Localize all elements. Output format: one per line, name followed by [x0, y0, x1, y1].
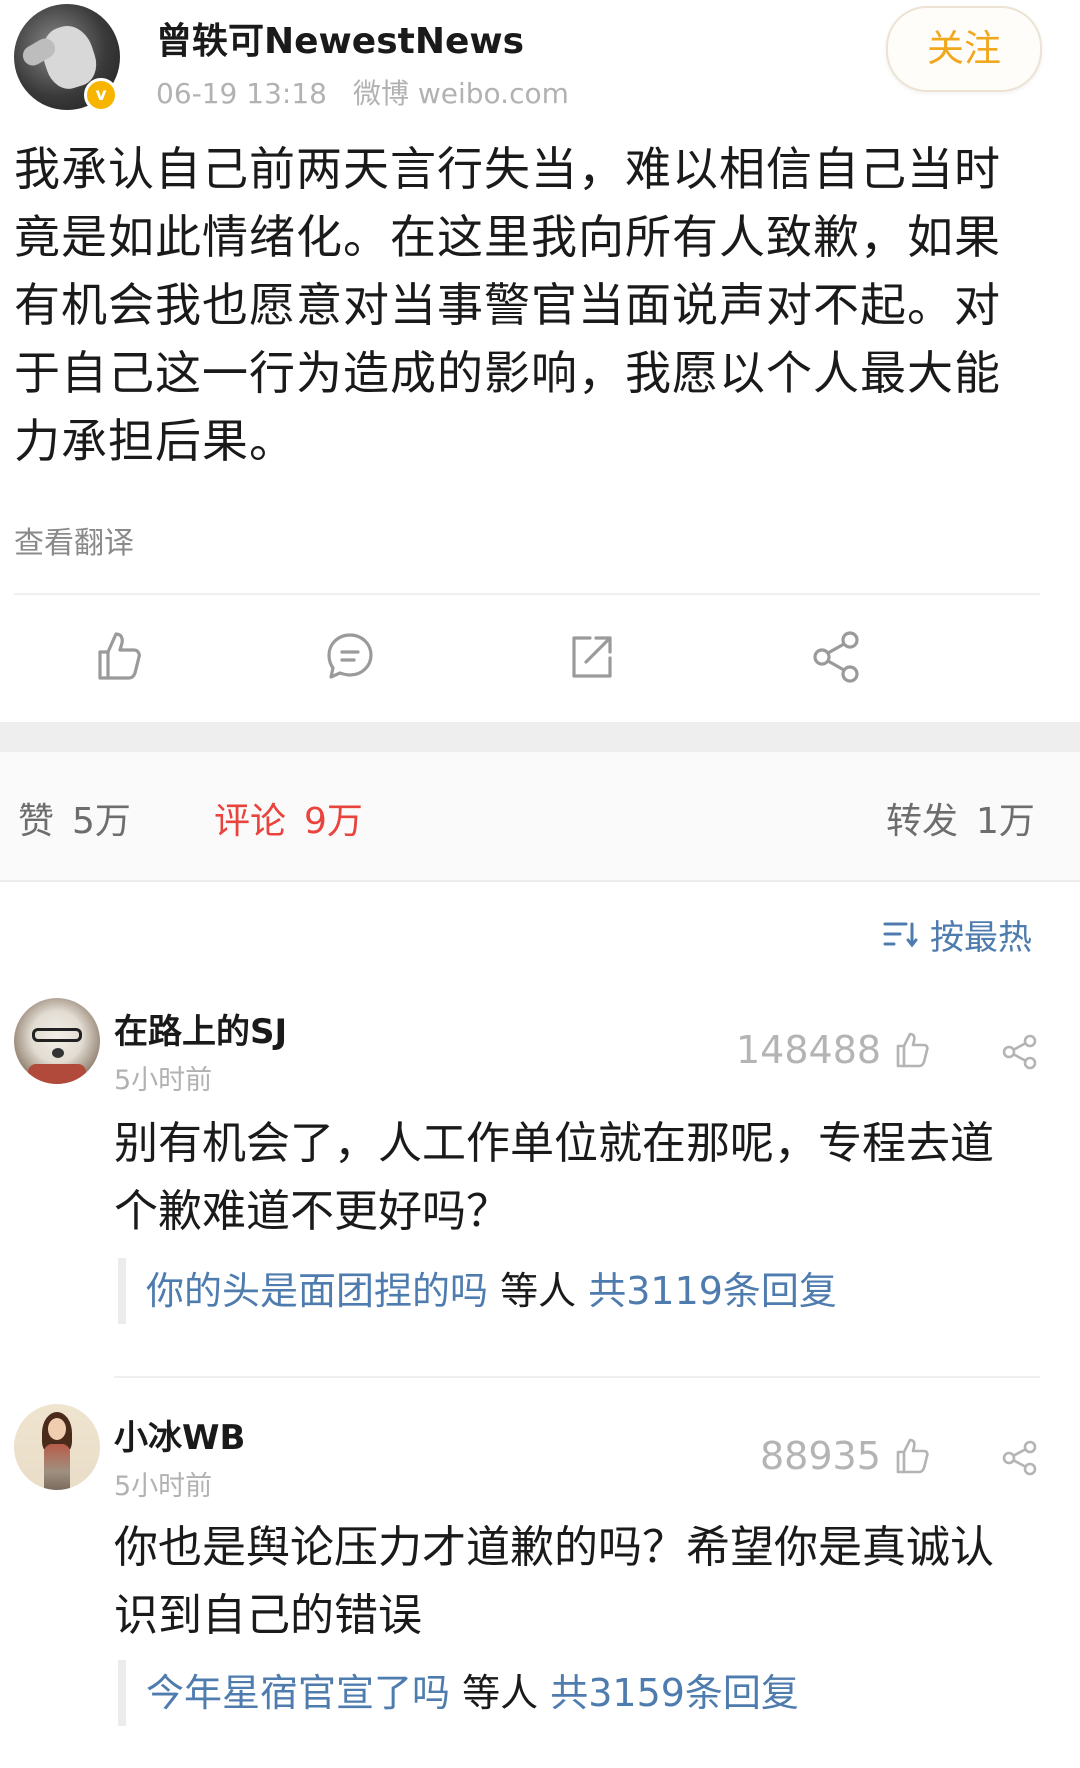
reply-user[interactable]: 你的头是面团捏的吗	[146, 1269, 488, 1313]
comment-time: 5小时前	[114, 1471, 213, 1502]
reply-preview[interactable]: 今年星宿官宣了吗 等人 共3159条回复	[118, 1660, 1046, 1726]
avatar-face	[48, 1418, 66, 1440]
divider	[0, 880, 1080, 882]
post-meta: 06-19 13:18 微博 weibo.com	[156, 72, 569, 112]
comment-like-count[interactable]: 88935	[760, 1434, 881, 1478]
reposts-tab[interactable]: 转发 1万	[886, 792, 1035, 844]
avatar-scarf	[28, 1064, 86, 1084]
thumbs-up-icon[interactable]	[892, 1436, 932, 1476]
comment-time: 5小时前	[114, 1065, 213, 1096]
reposts-count: 1万	[976, 801, 1035, 842]
action-bar	[0, 596, 1080, 720]
comment-text: 别有机会了，人工作单位就在那呢，专程去道个歉难道不更好吗？	[114, 1118, 994, 1237]
divider	[14, 593, 1040, 595]
post-content: 我承认自己前两天言行失当，难以相信自己当时竟是如此情绪化。在这里我向所有人致歉，…	[14, 142, 1001, 468]
comment-text: 你也是舆论压力才道歉的吗？希望你是真诚认识到自己的错误	[114, 1522, 994, 1641]
reply-count[interactable]: 共3119条回复	[588, 1269, 837, 1313]
likes-count: 5万	[72, 801, 131, 842]
translate-link[interactable]: 查看翻译	[14, 518, 134, 562]
share-icon[interactable]	[1000, 1438, 1040, 1478]
sort-button[interactable]: 按最热	[882, 910, 1032, 959]
post-source: 微博 weibo.com	[352, 77, 569, 110]
share-icon[interactable]	[806, 626, 866, 686]
comment-icon[interactable]	[320, 626, 380, 686]
share-icon[interactable]	[1000, 1032, 1040, 1072]
comment-author[interactable]: 在路上的SJ	[114, 1004, 287, 1053]
comments-count: 9万	[304, 801, 363, 842]
commenter-avatar[interactable]	[14, 1404, 100, 1490]
reply-others: 等人	[500, 1269, 577, 1313]
comment-like-count[interactable]: 148488	[736, 1028, 881, 1072]
repost-icon[interactable]	[562, 626, 622, 686]
comments-tab[interactable]: 评论 9万	[214, 792, 363, 844]
avatar-nose	[52, 1048, 64, 1058]
thumbs-up-icon[interactable]	[892, 1030, 932, 1070]
reply-others: 等人	[462, 1671, 539, 1715]
follow-button[interactable]: 关注	[886, 6, 1042, 92]
post-header: v 曾轶可NewestNews 06-19 13:18 微博 weibo.com …	[0, 0, 1080, 120]
reply-user[interactable]: 今年星宿官宣了吗	[146, 1671, 450, 1715]
divider	[114, 1376, 1040, 1378]
commenter-avatar[interactable]	[14, 998, 100, 1084]
section-separator	[0, 722, 1080, 752]
reply-count[interactable]: 共3159条回复	[550, 1671, 799, 1715]
likes-tab[interactable]: 赞 5万	[18, 792, 131, 844]
thumbs-up-icon[interactable]	[88, 626, 148, 686]
comment-author[interactable]: 小冰WB	[114, 1410, 245, 1459]
reposts-label: 转发	[886, 801, 959, 842]
sort-icon	[882, 918, 920, 958]
stats-bar: 赞 5万 评论 9万 转发 1万	[0, 752, 1080, 882]
verified-badge-icon: v	[84, 78, 118, 112]
avatar-glasses	[32, 1028, 82, 1042]
sort-label: 按最热	[930, 918, 1032, 958]
reply-preview[interactable]: 你的头是面团捏的吗 等人 共3119条回复	[118, 1258, 1046, 1324]
post-time: 06-19 13:18	[156, 77, 327, 110]
likes-label: 赞	[18, 801, 55, 842]
avatar-body	[44, 1444, 70, 1490]
author-name[interactable]: 曾轶可NewestNews	[156, 12, 524, 64]
comments-label: 评论	[214, 801, 287, 842]
